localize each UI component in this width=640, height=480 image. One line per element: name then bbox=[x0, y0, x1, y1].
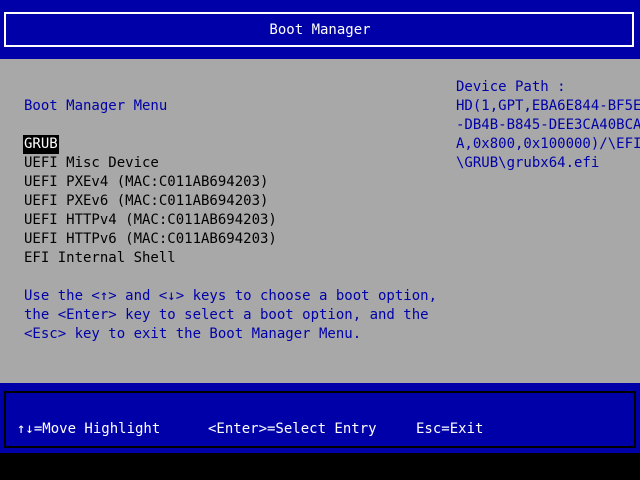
boot-option-label: UEFI Misc Device bbox=[24, 155, 159, 171]
select-entry-hint: <Enter>=Select Entry bbox=[208, 421, 377, 437]
boot-option-list: GRUB UEFI Misc Device UEFI PXEv4 (MAC:C0… bbox=[23, 135, 278, 268]
device-path-value-line: HD(1,GPT,EBA6E844-BF5E bbox=[456, 98, 640, 114]
help-line: Use the <↑> and <↓> keys to choose a boo… bbox=[24, 288, 438, 304]
boot-option-label: UEFI PXEv6 (MAC:C011AB694203) bbox=[24, 193, 269, 209]
boot-option-label: UEFI HTTPv6 (MAC:C011AB694203) bbox=[24, 231, 277, 247]
boot-option-grub[interactable]: GRUB bbox=[23, 135, 278, 154]
device-path-label: Device Path : bbox=[456, 79, 566, 95]
exit-hint: Esc=Exit bbox=[416, 421, 484, 437]
boot-option-uefi-httpv4[interactable]: UEFI HTTPv4 (MAC:C011AB694203) bbox=[24, 211, 278, 230]
boot-option-uefi-pxev4[interactable]: UEFI PXEv4 (MAC:C011AB694203) bbox=[24, 173, 278, 192]
menu-title: Boot Manager Menu bbox=[24, 98, 168, 114]
boot-option-label: GRUB bbox=[23, 135, 59, 154]
device-path-panel: Device Path : HD(1,GPT,EBA6E844-BF5E -DB… bbox=[456, 78, 640, 173]
footer-bar: ↑↓=Move Highlight <Enter>=Select Entry E… bbox=[0, 383, 640, 453]
device-path-value-line: -DB4B-B845-DEE3CA40BCA bbox=[456, 117, 640, 133]
help-text: Use the <↑> and <↓> keys to choose a boo… bbox=[24, 287, 437, 344]
help-line: the <Enter> key to select a boot option,… bbox=[24, 307, 429, 323]
boot-option-label: EFI Internal Shell bbox=[24, 250, 176, 266]
boot-option-uefi-pxev6[interactable]: UEFI PXEv6 (MAC:C011AB694203) bbox=[24, 192, 278, 211]
page-title: Boot Manager bbox=[269, 22, 371, 38]
boot-option-label: UEFI HTTPv4 (MAC:C011AB694203) bbox=[24, 212, 277, 228]
boot-option-efi-internal-shell[interactable]: EFI Internal Shell bbox=[24, 249, 278, 268]
move-highlight-hint: ↑↓=Move Highlight bbox=[17, 421, 161, 437]
boot-manager-screen: Boot Manager Boot Manager Menu GRUB UEFI… bbox=[0, 0, 640, 480]
header-bar: Boot Manager bbox=[0, 0, 640, 59]
bottom-strip bbox=[0, 453, 640, 480]
boot-option-uefi-misc-device[interactable]: UEFI Misc Device bbox=[24, 154, 278, 173]
device-path-value-line: A,0x800,0x100000)/\EFI bbox=[456, 136, 640, 152]
boot-option-uefi-httpv6[interactable]: UEFI HTTPv6 (MAC:C011AB694203) bbox=[24, 230, 278, 249]
help-line: <Esc> key to exit the Boot Manager Menu. bbox=[24, 326, 362, 342]
device-path-value-line: \GRUB\grubx64.efi bbox=[456, 155, 600, 171]
boot-option-label: UEFI PXEv4 (MAC:C011AB694203) bbox=[24, 174, 269, 190]
